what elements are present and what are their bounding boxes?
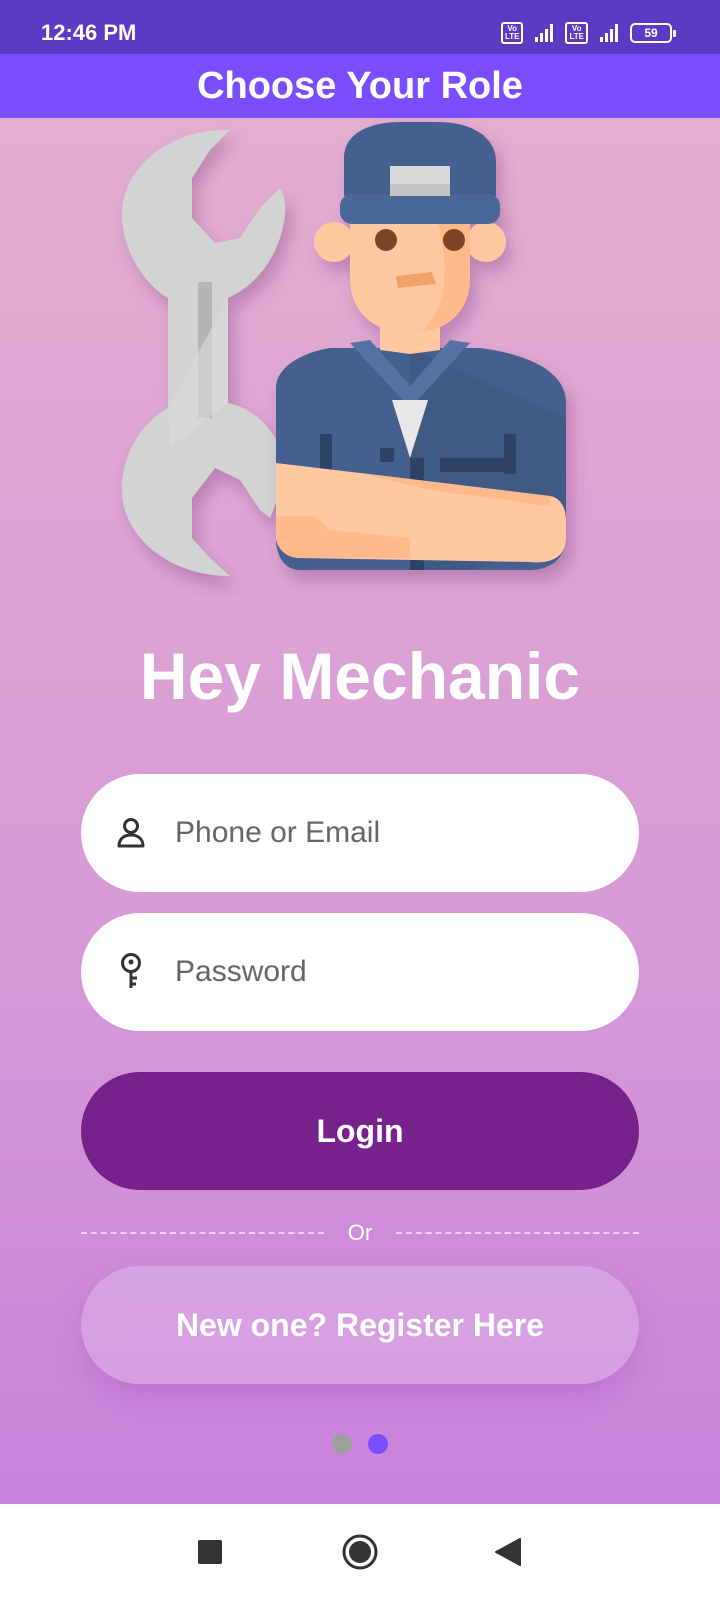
app-bar: Choose Your Role <box>0 54 720 118</box>
key-icon <box>109 950 153 994</box>
or-divider: Or <box>81 1218 640 1248</box>
login-screen: Hey Mechanic Login Or New one? Register … <box>0 118 720 1504</box>
status-icons: Vo LTE Vo LTE 59 <box>500 22 676 44</box>
divider-label: Or <box>347 1220 373 1245</box>
person-icon <box>109 811 153 855</box>
back-icon[interactable] <box>484 1528 532 1576</box>
hero-illustration <box>121 122 566 576</box>
status-time: 12:46 PM <box>41 20 137 45</box>
home-icon[interactable] <box>336 1528 384 1576</box>
password-field[interactable] <box>81 913 639 1031</box>
volte-icon: Vo LTE <box>565 22 588 44</box>
password-input[interactable] <box>175 955 615 989</box>
page-dot-1[interactable] <box>332 1434 352 1454</box>
greeting-heading: Hey Mechanic <box>139 639 581 713</box>
navigation-bar <box>0 1504 720 1600</box>
signal-icon <box>535 24 554 42</box>
recents-icon[interactable] <box>186 1528 234 1576</box>
divider-line <box>81 1232 324 1234</box>
identifier-field[interactable] <box>81 774 639 892</box>
identifier-input[interactable] <box>175 816 615 850</box>
register-button[interactable]: New one? Register Here <box>81 1266 639 1384</box>
volte-icon: Vo LTE <box>500 22 524 44</box>
login-button[interactable]: Login <box>81 1072 639 1190</box>
signal-icon <box>600 24 618 42</box>
page-indicator <box>0 1434 720 1454</box>
page-title: Choose Your Role <box>197 64 523 107</box>
wrench-icon <box>121 129 286 576</box>
battery-icon: 59 <box>630 23 676 43</box>
mechanic-illustration <box>276 122 566 570</box>
divider-line <box>396 1232 640 1234</box>
status-bar: 12:46 PM Vo LTE Vo LTE 59 <box>0 0 720 54</box>
page-dot-2[interactable] <box>368 1434 388 1454</box>
